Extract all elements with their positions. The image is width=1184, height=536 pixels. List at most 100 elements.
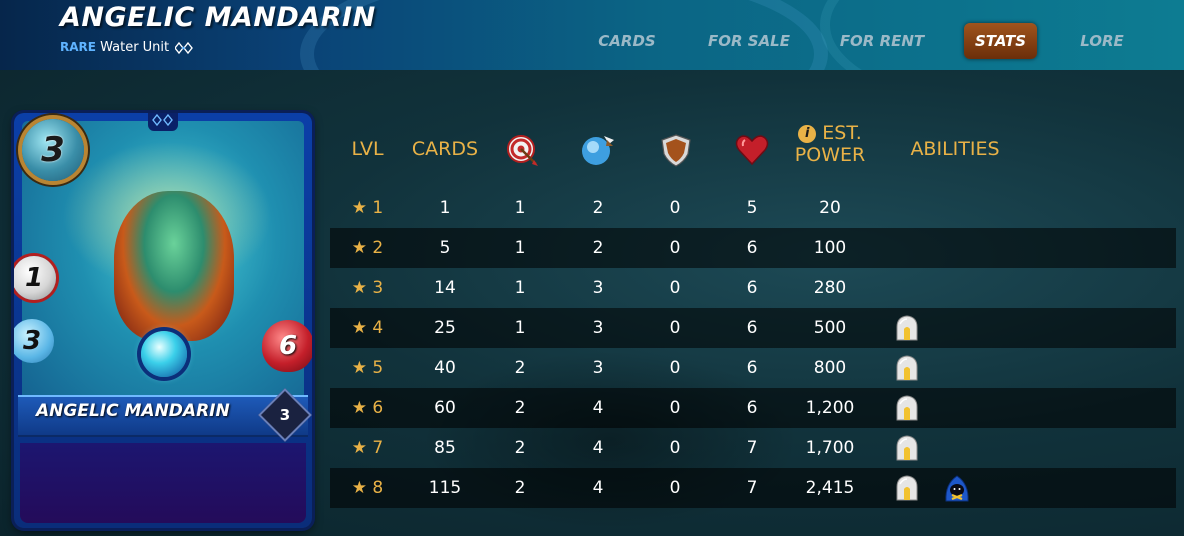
speed-cell: 4	[592, 478, 604, 498]
info-icon[interactable]: i	[798, 125, 817, 143]
column-header-est-power: i EST. POWER	[780, 122, 880, 182]
est-power-cell: 20	[819, 198, 841, 218]
card-top-badge	[148, 113, 178, 131]
card-health-stat: 6	[262, 320, 312, 372]
ranged-cell: 1	[514, 318, 526, 338]
card-image[interactable]: ANGELIC MANDARIN 3 3 1 3 6	[14, 113, 312, 528]
tab-for-rent[interactable]: FOR RENT	[833, 23, 931, 59]
table-row: ★ 8 115 2 4 0 7 2,415	[330, 468, 1176, 508]
water-element-icon	[152, 113, 173, 127]
shield-dome-ability-icon[interactable]	[893, 314, 921, 342]
table-row: ★ 1 1 1 2 0 5 20	[330, 188, 1176, 228]
tab-stats[interactable]: STATS	[964, 23, 1037, 59]
cards-cell: 1	[439, 198, 451, 218]
level-cell: ★ 2	[351, 238, 384, 258]
armor-cell: 0	[669, 238, 681, 258]
health-cell: 6	[746, 318, 758, 338]
cards-cell: 115	[428, 478, 462, 498]
level-cell: ★ 6	[351, 398, 384, 418]
shield-dome-ability-icon[interactable]	[893, 354, 921, 382]
armor-cell: 0	[669, 318, 681, 338]
table-row: ★ 7 85 2 4 0 7 1,700	[330, 428, 1176, 468]
speed-cell: 3	[592, 278, 604, 298]
health-cell: 6	[746, 358, 758, 378]
speed-cell: 2	[592, 198, 604, 218]
cards-cell: 85	[434, 438, 456, 458]
est-label: EST.	[822, 122, 862, 144]
ranged-attack-icon	[507, 135, 538, 166]
tab-cards[interactable]: CARDS	[582, 23, 672, 59]
water-element-icon	[175, 41, 194, 54]
est-power-cell: 2,415	[805, 478, 855, 498]
level-cell: ★ 5	[351, 358, 384, 378]
ranged-cell: 2	[514, 358, 526, 378]
armor-cell: 0	[669, 278, 681, 298]
health-cell: 6	[746, 278, 758, 298]
ranged-cell: 1	[514, 198, 526, 218]
armor-cell: 0	[669, 398, 681, 418]
speed-icon	[582, 136, 614, 165]
est-power-cell: 1,200	[805, 398, 855, 418]
tab-for-sale[interactable]: FOR SALE	[700, 23, 798, 59]
est-power-cell: 800	[813, 358, 847, 378]
speed-cell: 4	[592, 438, 604, 458]
speed-cell: 4	[592, 398, 604, 418]
armor-cell: 0	[669, 198, 681, 218]
cards-cell: 25	[434, 318, 456, 338]
mana-cost: 3	[41, 130, 65, 170]
level-cell: ★ 3	[351, 278, 384, 298]
ranged-cell: 1	[514, 238, 526, 258]
health-cell: 6	[746, 238, 758, 258]
level-cell: ★ 1	[351, 198, 384, 218]
ranged-cell: 2	[514, 438, 526, 458]
mandarin-character-art	[114, 191, 234, 341]
hooded-cleanse-ability-icon[interactable]	[943, 474, 971, 502]
ranged-cell: 1	[514, 278, 526, 298]
level-cell: ★ 8	[351, 478, 384, 498]
armor-cell: 0	[669, 358, 681, 378]
ranged-cell: 2	[514, 478, 526, 498]
cards-cell: 40	[434, 358, 456, 378]
est-power-cell: 280	[813, 278, 847, 298]
table-row: ★ 3 14 1 3 0 6 280	[330, 268, 1176, 308]
table-row: ★ 6 60 2 4 0 6 1,200	[330, 388, 1176, 428]
tab-lore[interactable]: LORE	[1068, 23, 1136, 59]
card-ranged-stat: 1	[14, 256, 56, 300]
est-power-cell: 1,700	[805, 438, 855, 458]
card-lower-panel	[20, 443, 306, 523]
card-subtitle: RARE Water Unit	[60, 40, 194, 55]
power-label: POWER	[794, 144, 866, 166]
card-name: ANGELIC MANDARIN	[36, 401, 230, 421]
table-row: ★ 2 5 1 2 0 6 100	[330, 228, 1176, 268]
armor-shield-icon	[661, 134, 691, 167]
rarity-label: RARE	[60, 40, 96, 54]
shield-dome-ability-icon[interactable]	[893, 394, 921, 422]
level-cell: ★ 7	[351, 438, 384, 458]
level-cell: ★ 4	[351, 318, 384, 338]
speed-cell: 3	[592, 358, 604, 378]
cards-cell: 60	[434, 398, 456, 418]
health-cell: 7	[746, 438, 758, 458]
health-cell: 6	[746, 398, 758, 418]
health-cell: 5	[746, 198, 758, 218]
cards-cell: 14	[434, 278, 456, 298]
speed-cell: 2	[592, 238, 604, 258]
est-power-cell: 500	[813, 318, 847, 338]
ranged-cell: 2	[514, 398, 526, 418]
armor-cell: 0	[669, 478, 681, 498]
table-row: ★ 4 25 1 3 0 6 500	[330, 308, 1176, 348]
table-row: ★ 5 40 2 3 0 6 800	[330, 348, 1176, 388]
est-power-cell: 100	[813, 238, 847, 258]
armor-cell: 0	[669, 438, 681, 458]
page-title: ANGELIC MANDARIN	[60, 2, 376, 33]
speed-cell: 3	[592, 318, 604, 338]
page-header: ANGELIC MANDARIN RARE Water Unit CARDS F…	[0, 0, 1184, 70]
health-cell: 7	[746, 478, 758, 498]
element-label: Water Unit	[100, 40, 170, 55]
health-heart-icon	[735, 135, 769, 166]
shield-dome-ability-icon[interactable]	[893, 434, 921, 462]
cards-cell: 5	[439, 238, 451, 258]
shield-dome-ability-icon[interactable]	[893, 474, 921, 502]
card-level: 3	[279, 406, 291, 424]
water-gem-icon	[141, 331, 187, 377]
